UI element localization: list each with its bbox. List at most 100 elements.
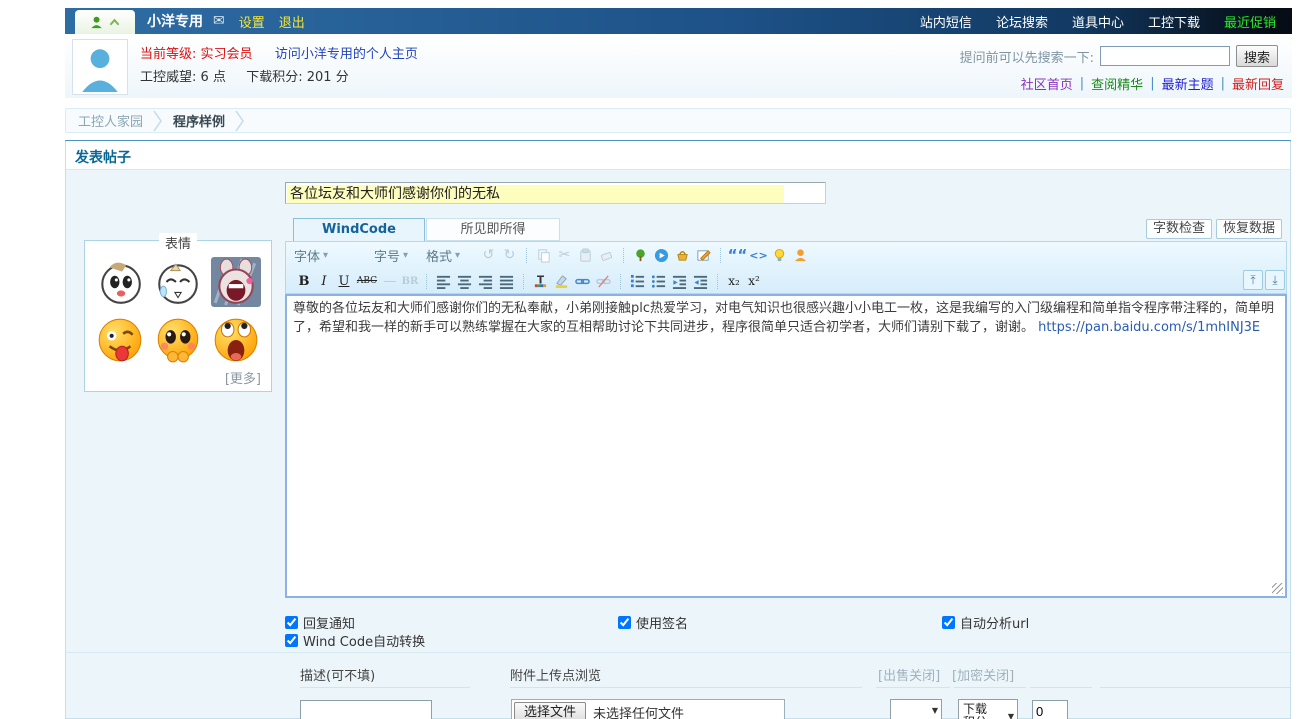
align-justify-icon[interactable] — [496, 271, 517, 291]
link-new-topics[interactable]: 最新主题 — [1162, 74, 1214, 93]
checkbox-auto-url[interactable]: 自动分析url — [942, 613, 1029, 632]
homepage-link[interactable]: 访问小洋专用的个人主页 — [275, 47, 418, 62]
auto-url-checkbox[interactable] — [942, 616, 955, 629]
nav-forum-search[interactable]: 论坛搜索 — [996, 12, 1048, 31]
restore-data-button[interactable]: 恢复数据 — [1216, 219, 1282, 239]
settings-link[interactable]: 设置 — [239, 12, 265, 31]
cut-icon[interactable]: ✂ — [554, 245, 575, 265]
format-dropdown[interactable]: 格式▾ — [426, 246, 478, 265]
eraser-icon[interactable] — [596, 245, 617, 265]
align-left-icon[interactable] — [433, 271, 454, 291]
underline-icon[interactable]: U — [334, 274, 354, 289]
at-user-icon[interactable] — [790, 245, 811, 265]
line-break-icon[interactable]: BR — [400, 276, 420, 287]
outdent-icon[interactable] — [669, 271, 690, 291]
indent-icon[interactable] — [690, 271, 711, 291]
editor-textarea[interactable]: 尊敬的各位坛友和大师们感谢你们的无私奉献，小弟刚接触plc热爱学习，对电气知识也… — [285, 294, 1287, 598]
align-center-icon[interactable] — [454, 271, 475, 291]
nav-download[interactable]: 工控下载 — [1148, 12, 1200, 31]
choose-file-button[interactable]: 选择文件 — [514, 702, 586, 719]
reply-notice-checkbox[interactable] — [285, 616, 298, 629]
editor-body-link[interactable]: https://pan.baidu.com/s/1mhINJ3E — [1038, 320, 1260, 335]
insert-link-icon[interactable] — [572, 271, 593, 291]
emoticon-wink-tongue-icon[interactable] — [91, 311, 149, 369]
basket-icon[interactable] — [672, 245, 693, 265]
emoticon-grid — [91, 253, 267, 369]
link-new-replies[interactable]: 最新回复 — [1232, 74, 1284, 93]
bold-icon[interactable]: B — [294, 274, 314, 289]
checkbox-reply-notice[interactable]: 回复通知 — [285, 613, 355, 632]
nav-site-messages[interactable]: 站内短信 — [920, 12, 972, 31]
post-title-input[interactable]: 各位坛友和大师们感谢你们的无私 — [285, 182, 826, 204]
emoticon-scream-icon[interactable] — [207, 253, 265, 311]
emoticon-point-icon[interactable] — [91, 253, 149, 311]
font-size-dropdown[interactable]: 字号▾ — [374, 246, 426, 265]
emoticon-more-link[interactable]: [更多] — [225, 368, 261, 387]
text-color-icon[interactable]: T — [530, 271, 551, 291]
breadcrumb-home[interactable]: 工控人家园 — [78, 111, 143, 130]
font-family-dropdown[interactable]: 字体▾ — [294, 246, 358, 265]
idea-lamp-icon[interactable] — [769, 245, 790, 265]
message-envelope-icon[interactable]: ✉ — [213, 13, 225, 29]
sell-disabled-label: [出售关闭] — [878, 665, 940, 684]
quick-links: 社区首页| 查阅精华| 最新主题| 最新回复 — [1021, 74, 1284, 93]
tab-windcode[interactable]: WindCode — [293, 218, 425, 241]
use-signature-checkbox[interactable] — [618, 616, 631, 629]
user-menu-tab[interactable] — [75, 10, 135, 34]
strikethrough-icon[interactable]: ABC — [354, 276, 380, 286]
checkbox-windcode-convert[interactable]: Wind Code自动转换 — [285, 631, 425, 650]
search-button[interactable]: 搜索 — [1236, 45, 1278, 67]
emoticon-sweat-icon[interactable] — [149, 253, 207, 311]
italic-icon[interactable]: I — [314, 274, 334, 289]
sell-type-select[interactable]: ▼ — [890, 699, 942, 719]
superscript-icon[interactable]: x² — [744, 274, 764, 288]
toolbar-separator — [623, 248, 624, 263]
remove-link-icon[interactable] — [593, 271, 614, 291]
nav-props-center[interactable]: 道具中心 — [1072, 12, 1124, 31]
insert-image-icon[interactable] — [630, 245, 651, 265]
paste-icon[interactable] — [575, 245, 596, 265]
caret-down-icon: ▾ — [323, 250, 328, 261]
emoticon-panel: 表情 [更多] — [84, 240, 272, 392]
link-digest[interactable]: 查阅精华 — [1091, 74, 1143, 93]
price-type-select[interactable]: 下载积分 ▼ — [958, 699, 1018, 719]
post-panel-header — [66, 141, 1290, 170]
background-color-icon[interactable] — [551, 271, 572, 291]
price-input[interactable] — [1032, 700, 1068, 719]
logout-link[interactable]: 退出 — [279, 12, 305, 31]
insert-media-icon[interactable] — [651, 245, 672, 265]
subscript-icon[interactable]: x₂ — [724, 274, 744, 288]
tab-wysiwyg[interactable]: 所见即所得 — [426, 218, 560, 241]
user-level-line: 当前等级: 实习会员 访问小洋专用的个人主页 — [140, 43, 418, 62]
username: 小洋专用 — [147, 11, 203, 31]
redo-icon[interactable]: ↻ — [499, 245, 520, 265]
checkbox-use-signature[interactable]: 使用签名 — [618, 613, 688, 632]
link-community-home[interactable]: 社区首页 — [1021, 74, 1073, 93]
editor-expand-button[interactable]: ⤓ — [1265, 270, 1285, 290]
unordered-list-icon[interactable] — [648, 271, 669, 291]
breadcrumb-current: 程序样例 — [173, 111, 225, 130]
emoticon-shocked-icon[interactable] — [207, 311, 265, 369]
description-input[interactable] — [300, 700, 432, 719]
file-upload-field[interactable]: 选择文件 未选择任何文件 — [511, 699, 785, 719]
toolbar-separator — [526, 248, 527, 263]
word-count-button[interactable]: 字数检查 — [1146, 219, 1212, 239]
credit-label: 下载积分: — [246, 70, 302, 85]
align-right-icon[interactable] — [475, 271, 496, 291]
quote-icon[interactable]: ““ — [727, 245, 748, 265]
undo-icon[interactable]: ↺ — [478, 245, 499, 265]
horizontal-rule-icon[interactable]: — — [380, 274, 400, 289]
search-input[interactable] — [1100, 46, 1230, 66]
emoticon-cute-eyes-icon[interactable] — [149, 311, 207, 369]
code-icon[interactable]: <> — [748, 245, 769, 265]
search-row: 提问前可以先搜索一下: 搜索 — [960, 45, 1278, 67]
nav-promotions[interactable]: 最近促销 — [1224, 12, 1276, 31]
ordered-list-icon[interactable] — [627, 271, 648, 291]
insert-table-icon[interactable] — [693, 245, 714, 265]
copy-icon[interactable] — [533, 245, 554, 265]
avatar[interactable] — [72, 39, 128, 95]
editor-shrink-button[interactable]: ⤒ — [1243, 270, 1263, 290]
user-info-strip: 当前等级: 实习会员 访问小洋专用的个人主页 工控威望: 6 点 下载积分: 2… — [65, 34, 1292, 98]
resize-grip[interactable] — [1272, 583, 1283, 594]
windcode-convert-checkbox[interactable] — [285, 634, 298, 647]
